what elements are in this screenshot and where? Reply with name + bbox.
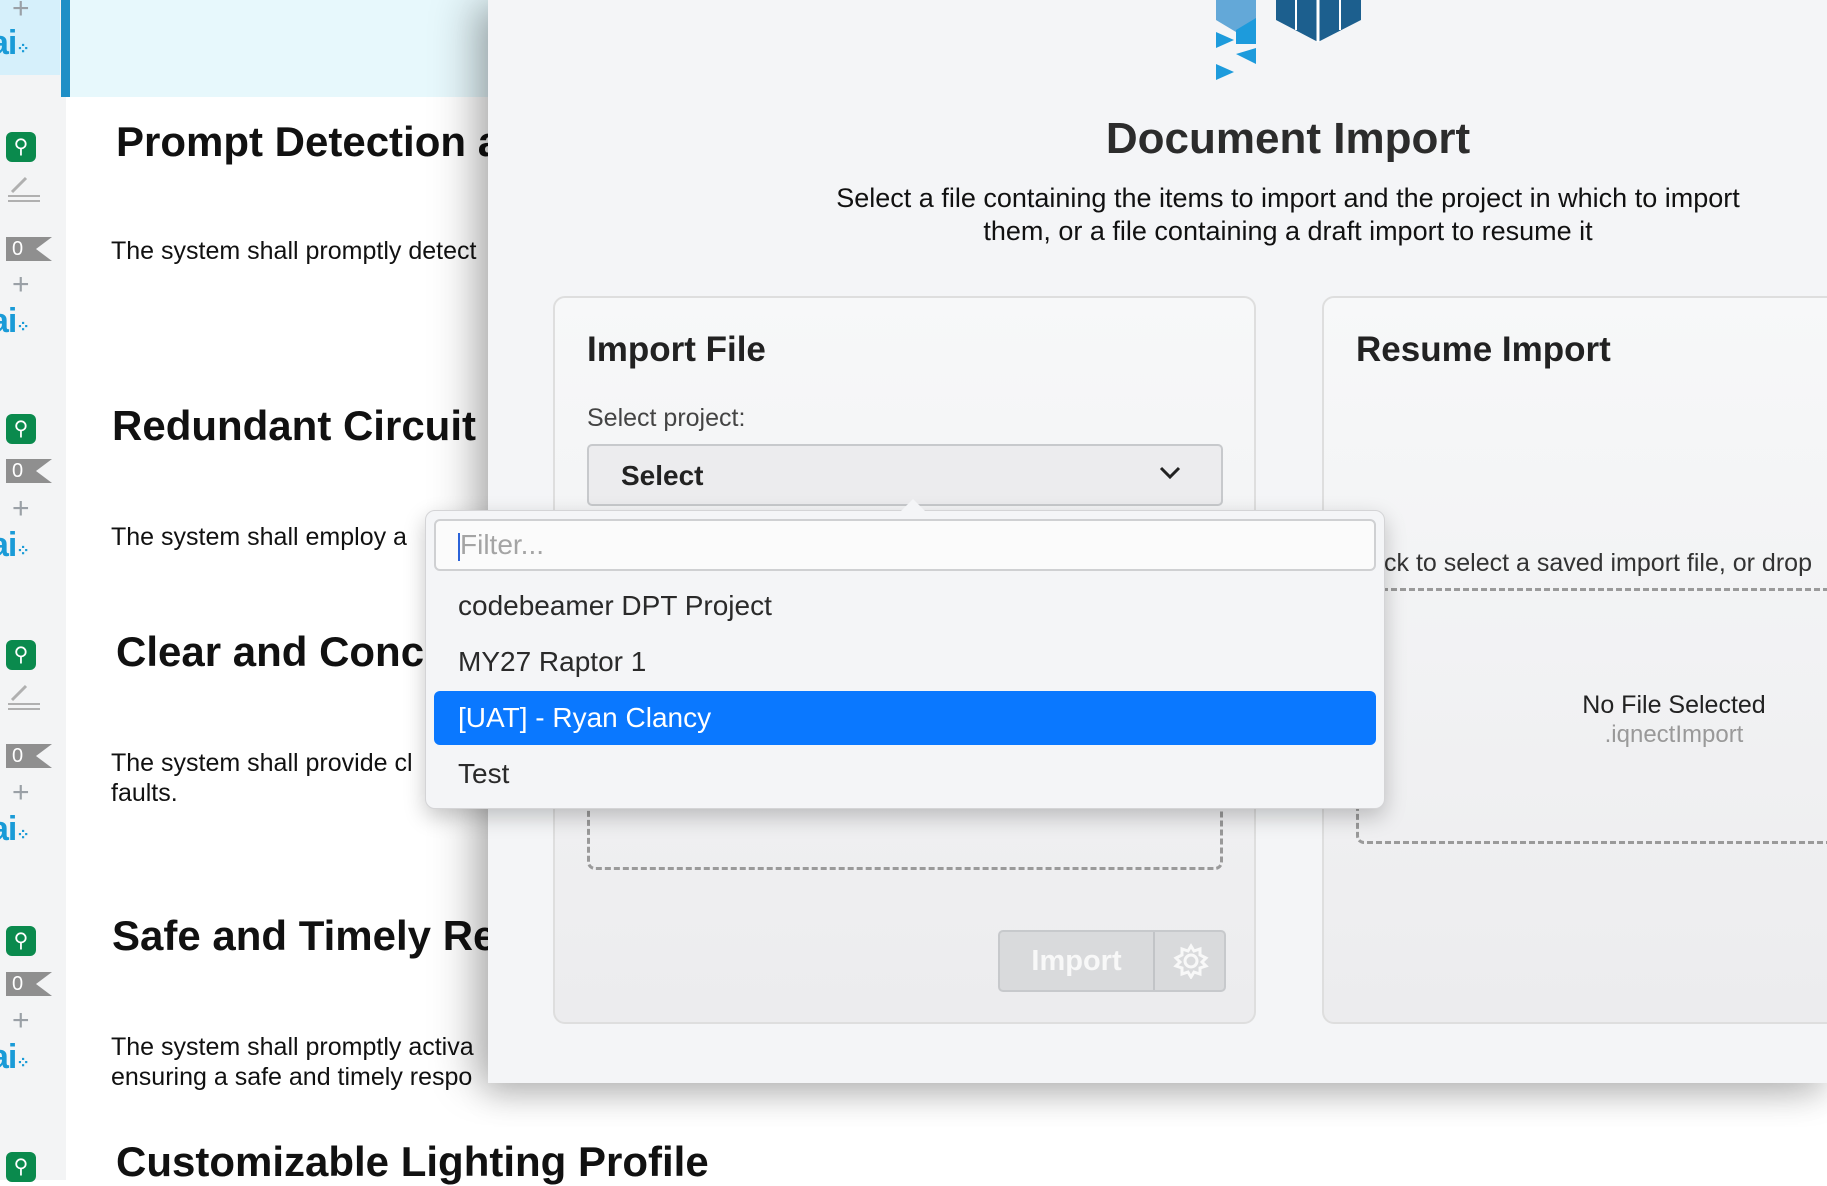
modal-title: Document Import [1105, 114, 1471, 163]
add-icon[interactable]: + [12, 0, 30, 24]
dropdown-option[interactable]: MY27 Raptor 1 [434, 635, 1376, 689]
project-select-value: Select [621, 460, 704, 491]
lightbulb-icon[interactable]: ⚲ [6, 132, 36, 162]
subtitle-line: them, or a file containing a draft impor… [983, 216, 1593, 246]
selected-row-indicator [61, 0, 70, 97]
project-select[interactable]: Select [587, 444, 1223, 506]
ai-icon[interactable]: ai⁘ [0, 1040, 30, 1081]
count-badge: 0 [6, 237, 52, 261]
lightbulb-icon[interactable]: ⚲ [6, 414, 36, 444]
section-text: The system shall promptly detect [111, 237, 477, 265]
section-text: faults. [111, 779, 178, 807]
section-title: Clear and Conc [116, 628, 425, 675]
ai-icon[interactable]: ai⁘ [0, 528, 30, 569]
add-icon[interactable]: + [12, 778, 30, 808]
header-strip [70, 0, 530, 97]
section-text: The system shall provide cl [111, 749, 413, 777]
ai-icon[interactable]: ai⁘ [0, 26, 30, 67]
resume-import-title: Resume Import [1356, 330, 1611, 369]
app-logo-icon [1216, 0, 1361, 80]
count-badge: 0 [6, 459, 52, 483]
section-text: The system shall employ a [111, 523, 407, 551]
section-title: Redundant Circuit [112, 402, 476, 449]
dropdown-option[interactable]: codebeamer DPT Project [434, 579, 1376, 633]
import-file-title: Import File [587, 330, 766, 369]
select-project-label: Select project: [587, 404, 746, 432]
count-badge: 0 [6, 972, 52, 996]
add-icon[interactable]: + [12, 494, 30, 524]
count-badge: 0 [6, 744, 52, 768]
ai-icon[interactable]: ai⁘ [0, 812, 30, 853]
filter-input[interactable] [434, 519, 1376, 571]
import-settings-button[interactable] [1153, 932, 1224, 990]
add-icon[interactable]: + [12, 1006, 30, 1036]
import-button-group: Import [998, 930, 1226, 992]
subtitle-line: Select a file containing the items to im… [836, 183, 1740, 213]
section-title: Prompt Detection a [116, 118, 502, 165]
lightbulb-icon[interactable]: ⚲ [6, 1152, 36, 1182]
dropdown-option-selected[interactable]: [UAT] - Ryan Clancy [434, 691, 1376, 745]
no-file-selected-label: No File Selected [1582, 691, 1766, 719]
pencil-icon[interactable] [6, 176, 42, 204]
gear-icon [1173, 943, 1209, 979]
section-title: Customizable Lighting Profile [116, 1138, 709, 1185]
section-title: Safe and Timely Re [112, 912, 497, 959]
resume-dropzone-hint: ck to select a saved import file, or dro… [1384, 549, 1812, 577]
pencil-icon[interactable] [6, 684, 42, 712]
import-button[interactable]: Import [1000, 932, 1153, 990]
resume-import-panel: Resume Import ck to select a saved impor… [1322, 296, 1827, 1024]
text-caret [458, 533, 460, 561]
section-text: ensuring a safe and timely respo [111, 1063, 473, 1091]
lightbulb-icon[interactable]: ⚲ [6, 926, 36, 956]
ai-icon[interactable]: ai⁘ [0, 304, 30, 345]
dropdown-option[interactable]: Test [434, 747, 1376, 801]
section-text: The system shall promptly activa [111, 1033, 474, 1061]
add-icon[interactable]: + [12, 270, 30, 300]
lightbulb-icon[interactable]: ⚲ [6, 640, 36, 670]
file-extension-label: .iqnectImport [1604, 721, 1744, 748]
chevron-down-icon [1159, 466, 1181, 480]
project-dropdown: codebeamer DPT Project MY27 Raptor 1 [UA… [425, 499, 1385, 809]
modal-subtitle: Select a file containing the items to im… [778, 182, 1798, 248]
